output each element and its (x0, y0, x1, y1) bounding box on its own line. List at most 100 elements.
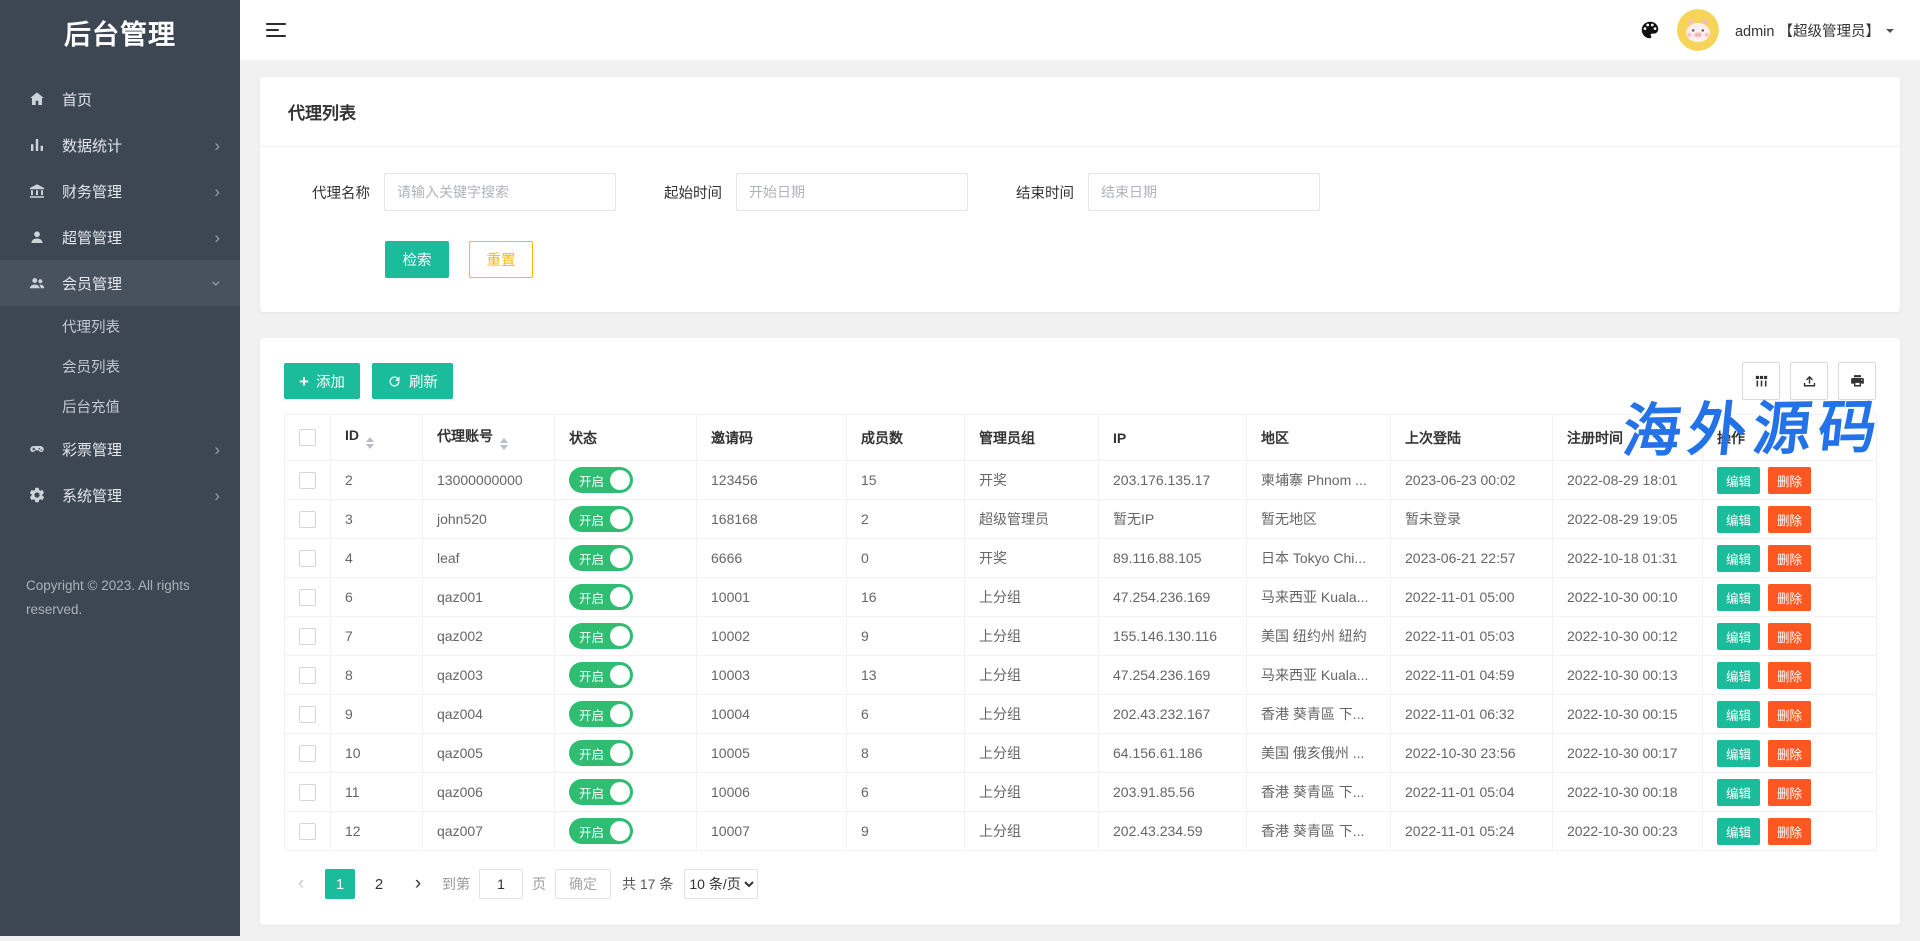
select-all-checkbox[interactable] (299, 429, 316, 446)
cell-ip: 203.91.85.56 (1099, 773, 1247, 812)
status-toggle[interactable]: 开启 (569, 623, 633, 649)
cell-id: 10 (331, 734, 423, 773)
agent-name-input[interactable] (384, 173, 616, 211)
delete-button[interactable]: 删除 (1768, 701, 1811, 728)
row-checkbox[interactable] (299, 472, 316, 489)
row-checkbox[interactable] (299, 745, 316, 762)
delete-button[interactable]: 删除 (1768, 467, 1811, 494)
column-header[interactable]: 代理账号 (423, 415, 555, 461)
jump-prefix-label: 到第 (442, 874, 470, 894)
status-toggle[interactable]: 开启 (569, 701, 633, 727)
column-header[interactable]: ID (331, 415, 423, 461)
delete-button[interactable]: 删除 (1768, 584, 1811, 611)
edit-button[interactable]: 编辑 (1717, 662, 1760, 689)
row-checkbox[interactable] (299, 823, 316, 840)
sidebar-item-3[interactable]: 超管管理› (0, 214, 240, 260)
confirm-button[interactable]: 确定 (555, 869, 611, 899)
refresh-button[interactable]: 刷新 (372, 363, 453, 399)
plus-icon: + (299, 373, 309, 390)
page-number[interactable]: 2 (364, 869, 394, 899)
status-toggle-label: 开启 (579, 744, 604, 763)
delete-button[interactable]: 删除 (1768, 818, 1811, 845)
delete-button[interactable]: 删除 (1768, 779, 1811, 806)
cell-members: 0 (847, 539, 965, 578)
edit-button[interactable]: 编辑 (1717, 623, 1760, 650)
sidebar-item-0[interactable]: 首页 (0, 76, 240, 122)
sidebar-item-8[interactable]: 彩票管理› (0, 426, 240, 472)
sidebar-item-2[interactable]: 财务管理› (0, 168, 240, 214)
row-checkbox[interactable] (299, 589, 316, 606)
status-toggle[interactable]: 开启 (569, 818, 633, 844)
theme-palette-icon[interactable] (1639, 19, 1661, 41)
row-checkbox[interactable] (299, 511, 316, 528)
delete-button[interactable]: 删除 (1768, 662, 1811, 689)
user-menu[interactable]: admin 【超级管理员】 (1735, 20, 1894, 41)
avatar[interactable] (1677, 9, 1719, 51)
per-page-select[interactable]: 10 条/页 (684, 869, 758, 899)
edit-button[interactable]: 编辑 (1717, 545, 1760, 572)
cell-account: 13000000000 (423, 461, 555, 500)
sidebar-item-9[interactable]: 系统管理› (0, 472, 240, 518)
next-page-button[interactable]: › (403, 869, 433, 899)
row-checkbox[interactable] (299, 550, 316, 567)
status-toggle[interactable]: 开启 (569, 506, 633, 532)
add-button[interactable]: + 添加 (284, 363, 360, 399)
status-toggle-label: 开启 (579, 666, 604, 685)
columns-filter-button[interactable] (1742, 362, 1780, 400)
gear-icon (28, 486, 46, 504)
delete-button[interactable]: 删除 (1768, 623, 1811, 650)
cell-region: 美国 纽约州 紐約 (1247, 617, 1391, 656)
cell-actions: 编辑删除 (1703, 695, 1877, 734)
export-button[interactable] (1790, 362, 1828, 400)
cell-ip: 155.146.130.116 (1099, 617, 1247, 656)
cell-invite-code: 168168 (697, 500, 847, 539)
delete-button[interactable]: 删除 (1768, 545, 1811, 572)
row-checkbox[interactable] (299, 667, 316, 684)
cell-admin-group: 开奖 (965, 539, 1099, 578)
edit-button[interactable]: 编辑 (1717, 818, 1760, 845)
status-toggle[interactable]: 开启 (569, 545, 633, 571)
status-toggle[interactable]: 开启 (569, 662, 633, 688)
end-date-input[interactable] (1088, 173, 1320, 211)
edit-button[interactable]: 编辑 (1717, 506, 1760, 533)
delete-button[interactable]: 删除 (1768, 506, 1811, 533)
cell-last-login: 2022-11-01 06:32 (1391, 695, 1553, 734)
sidebar-subitem-7[interactable]: 后台充值 (0, 386, 240, 426)
cell-checkbox (285, 461, 331, 500)
row-checkbox[interactable] (299, 628, 316, 645)
cell-actions: 编辑删除 (1703, 539, 1877, 578)
cell-checkbox (285, 734, 331, 773)
row-checkbox[interactable] (299, 784, 316, 801)
sidebar-subitem-6[interactable]: 会员列表 (0, 346, 240, 386)
sidebar-subitem-5[interactable]: 代理列表 (0, 306, 240, 346)
sidebar-item-1[interactable]: 数据统计› (0, 122, 240, 168)
cell-reg-time: 2022-10-18 01:31 (1553, 539, 1703, 578)
jump-page-input[interactable] (479, 869, 523, 899)
edit-button[interactable]: 编辑 (1717, 779, 1760, 806)
prev-page-button[interactable]: ‹ (286, 869, 316, 899)
toggle-knob (610, 782, 630, 802)
edit-button[interactable]: 编辑 (1717, 584, 1760, 611)
edit-button[interactable]: 编辑 (1717, 467, 1760, 494)
start-date-input[interactable] (736, 173, 968, 211)
reset-button[interactable]: 重置 (469, 241, 533, 278)
cell-members: 2 (847, 500, 965, 539)
menu-toggle-icon[interactable] (266, 23, 286, 37)
delete-button[interactable]: 删除 (1768, 740, 1811, 767)
sort-icon[interactable] (500, 438, 508, 450)
page-number[interactable]: 1 (325, 869, 355, 899)
search-button[interactable]: 检索 (385, 241, 449, 278)
edit-button[interactable]: 编辑 (1717, 701, 1760, 728)
table-card: 海外源码 + 添加 刷新 (260, 338, 1900, 925)
sidebar-item-4[interactable]: 会员管理› (0, 260, 240, 306)
row-checkbox[interactable] (299, 706, 316, 723)
status-toggle[interactable]: 开启 (569, 779, 633, 805)
column-header-label: 上次登陆 (1405, 430, 1461, 446)
status-toggle[interactable]: 开启 (569, 740, 633, 766)
cell-admin-group: 上分组 (965, 578, 1099, 617)
sort-icon[interactable] (366, 437, 374, 449)
status-toggle[interactable]: 开启 (569, 467, 633, 493)
status-toggle[interactable]: 开启 (569, 584, 633, 610)
print-button[interactable] (1838, 362, 1876, 400)
edit-button[interactable]: 编辑 (1717, 740, 1760, 767)
